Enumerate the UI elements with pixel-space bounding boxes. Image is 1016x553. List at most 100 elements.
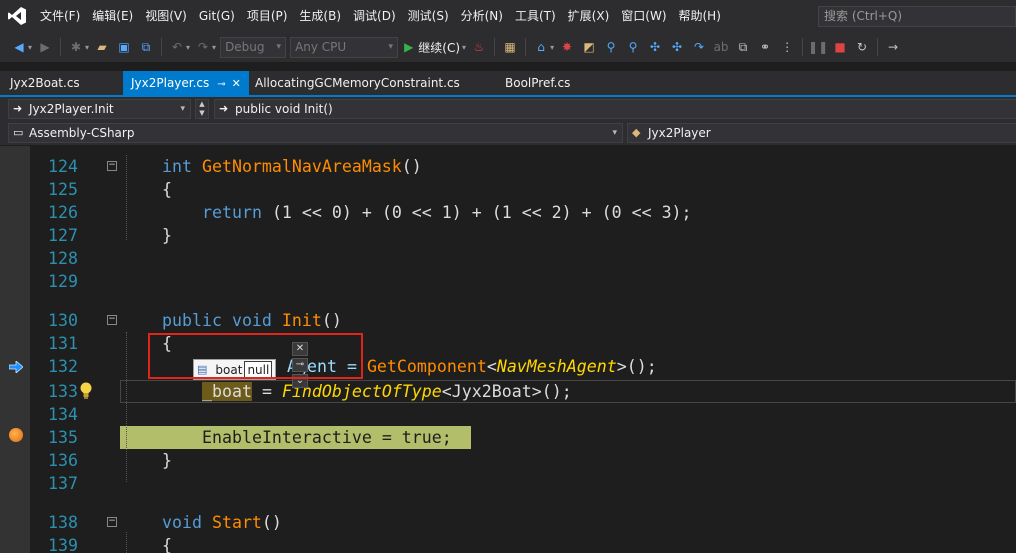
undo-icon[interactable]: ↶ [168,37,186,57]
exceptions-icon[interactable]: ⚭ [756,37,774,57]
show-next-statement-icon[interactable]: → [884,37,902,57]
tab-jyx2boat[interactable]: Jyx2Boat.cs [2,71,88,95]
code-line: 138 − void Start() [0,511,1016,534]
code-text: } [162,451,172,470]
step-icon[interactable]: ✣ [668,37,686,57]
collapse-icon[interactable]: − [107,517,117,527]
line-number: 127 [48,226,78,245]
undo-dropdown-icon[interactable]: ▾ [186,43,190,52]
menu-help[interactable]: 帮助(H) [673,0,727,32]
platform-select[interactable]: Any CPU ▾ [290,36,399,58]
chevron-down-icon: ▾ [388,41,394,52]
forward-icon[interactable]: ▶ [36,37,54,57]
browse-icon[interactable]: ▦ [501,37,519,57]
redo-icon[interactable]: ↷ [194,37,212,57]
menu-test[interactable]: 测试(S) [402,0,455,32]
project-value: Assembly-CSharp [29,126,135,140]
breakpoint-icon[interactable] [9,428,23,442]
find-in-files-icon[interactable]: ⚲ [624,37,642,57]
line-number: 134 [48,405,78,424]
collapse-icon[interactable]: − [107,161,117,171]
open-folder-icon[interactable]: ▰ [93,37,111,57]
collapse-icon[interactable]: − [107,315,117,325]
back-icon[interactable]: ◀ [10,37,28,57]
stop-icon[interactable]: ■ [831,37,849,57]
step-over-icon[interactable]: ↷ [690,37,708,57]
new-dropdown-icon[interactable]: ▾ [85,43,89,52]
menu-analyze[interactable]: 分析(N) [455,0,509,32]
chevron-down-icon: ▾ [180,104,185,114]
save-icon[interactable]: ▣ [115,37,133,57]
line-number: 125 [48,180,78,199]
signature-dropdown[interactable]: ➜ public void Init() [214,99,1016,119]
solution-dropdown-icon[interactable]: ▾ [550,43,554,52]
type-dropdown[interactable]: ◆ Jyx2Player [627,123,1016,143]
search-input[interactable]: 搜索 (Ctrl+Q) [818,6,1016,27]
menu-edit[interactable]: 编辑(E) [86,0,139,32]
keyword: void [231,311,272,330]
pin-icon[interactable]: ⊸ [217,79,225,90]
member-stepper[interactable]: ▲ ▼ [195,99,209,119]
new-project-icon[interactable]: ✱ [67,37,85,57]
arrow-right-icon: ➜ [13,102,23,115]
code-line: 127 } [0,224,1016,247]
member-dropdown[interactable]: ➜ Jyx2Player.Init ▾ [8,99,191,119]
continue-label: 继续(C) [418,40,461,55]
back-dropdown-icon[interactable]: ▾ [28,43,32,52]
menu-build[interactable]: 生成(B) [293,0,347,32]
menu-tools[interactable]: 工具(T) [509,0,562,32]
standard-toolbar: ◀ ▾ ▶ ✱ ▾ ▰ ▣ ⧉ ↶ ▾ ↷ ▾ Debug ▾ Any CPU ▾ … [0,32,1016,62]
project-dropdown[interactable]: ▭ Assembly-CSharp ▾ [8,123,623,143]
breakpoints-icon[interactable]: ⧉ [734,37,752,57]
method-name: GetNormalNavAreaMask [201,157,402,176]
tab-boolpref[interactable]: BoolPref.cs [497,71,578,95]
menu-extensions[interactable]: 扩展(X) [562,0,616,32]
line-number: 128 [48,249,78,268]
separator [802,38,804,56]
menu-window[interactable]: 窗口(W) [615,0,672,32]
configuration-select[interactable]: Debug ▾ [220,36,287,58]
breakpoint-arrow-icon[interactable] [9,361,23,373]
continue-button[interactable]: ▶ 继续(C) [404,39,460,56]
line-number: 136 [48,451,78,470]
tab-jyx2player[interactable]: Jyx2Player.cs ⊸ ✕ [123,71,249,95]
lightbulb-icon[interactable] [79,382,93,400]
chevron-down-icon: ▾ [612,128,617,138]
keyword: return [202,203,262,222]
threads-icon[interactable]: ⋮ [778,37,796,57]
line-number: 129 [48,272,78,291]
tab-allocating-gc[interactable]: AllocatingGCMemoryConstraint.cs [247,71,468,95]
bookmark-icon[interactable]: ◩ [580,37,598,57]
variable-highlight[interactable]: _boat [202,382,252,401]
save-all-icon[interactable]: ⧉ [137,37,155,57]
menu-git[interactable]: Git(G) [193,0,241,32]
text-format-icon[interactable]: ab [712,37,730,57]
method-name: Init [281,311,322,330]
menu-debug[interactable]: 调试(D) [347,0,402,32]
code-text: (1 << 0) + (0 << 1) + (1 << 2) + (0 << 3… [261,203,692,222]
restart-icon[interactable]: ↻ [853,37,871,57]
line-number: 135 [48,428,78,447]
solution-explorer-icon[interactable]: ⌂ [532,37,550,57]
separator [60,38,62,56]
member-navigation-bar: ➜ Jyx2Player.Init ▾ ▲ ▼ ➜ public void Ini… [0,97,1016,121]
visual-studio-logo-icon[interactable] [0,0,34,32]
line-number: 139 [48,536,78,553]
line-number: 130 [48,311,78,330]
tab-label: AllocatingGCMemoryConstraint.cs [255,76,460,90]
method-name: GetComponent [366,357,487,376]
find-icon[interactable]: ⚲ [602,37,620,57]
menu-view[interactable]: 视图(V) [139,0,193,32]
line-number: 138 [48,513,78,532]
hot-reload-icon[interactable]: ♨ [470,37,488,57]
menu-file[interactable]: 文件(F) [34,0,86,32]
close-icon[interactable]: ✕ [232,77,241,90]
pause-icon[interactable]: ❚❚ [808,37,828,57]
menu-project[interactable]: 项目(P) [241,0,294,32]
diagnostics-icon[interactable]: ✸ [558,37,576,57]
code-editor[interactable]: 124 − int GetNormalNavAreaMask() 125 { 1… [0,146,1016,553]
continue-dropdown-icon[interactable]: ▾ [462,43,466,52]
redo-dropdown-icon[interactable]: ▾ [212,43,216,52]
navigate-icon[interactable]: ✣ [646,37,664,57]
configuration-value: Debug [225,39,265,54]
